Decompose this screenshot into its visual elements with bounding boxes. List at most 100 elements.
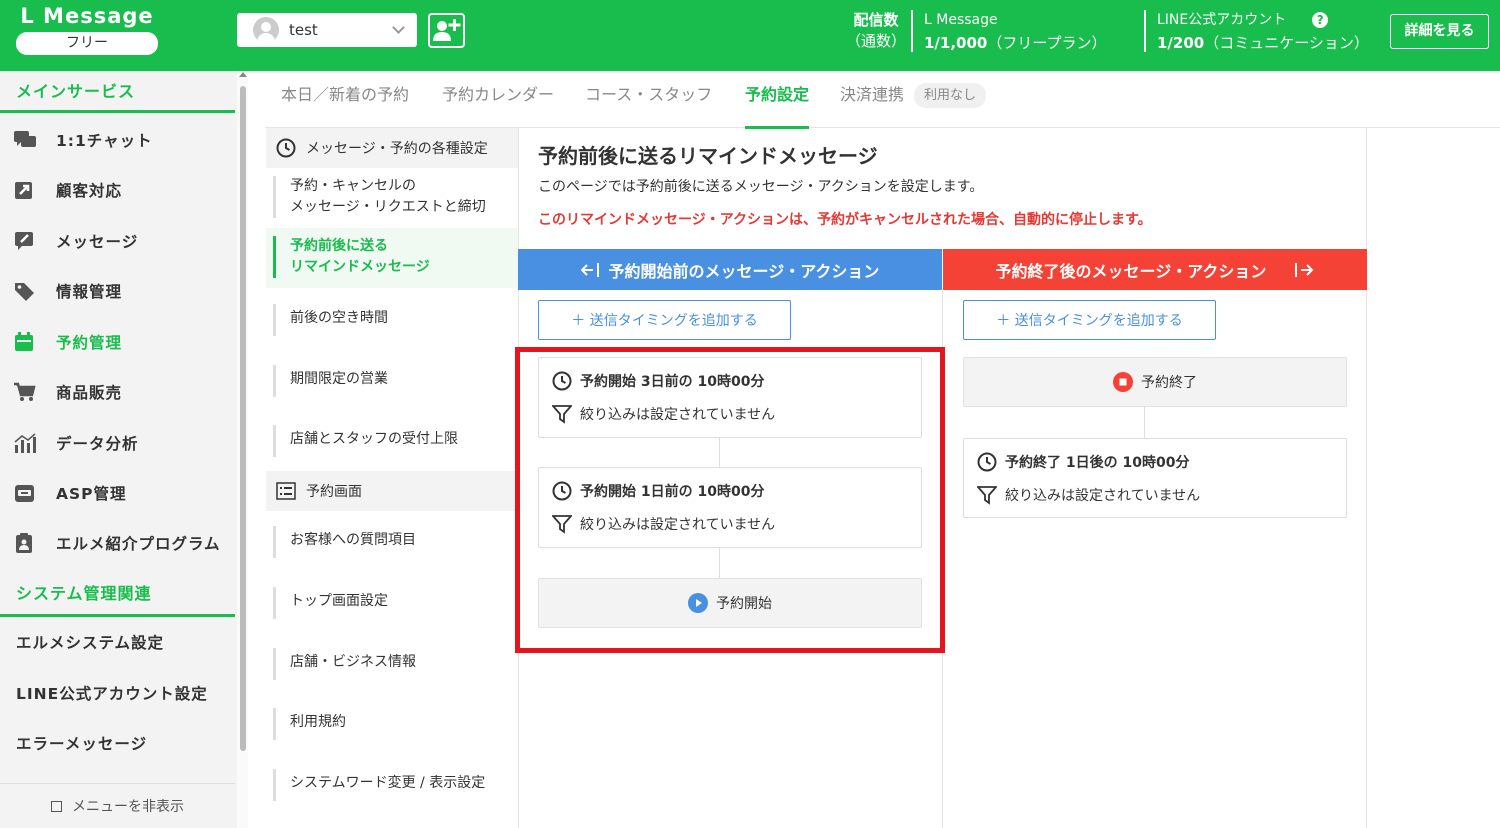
add-user-button[interactable] [428, 13, 465, 48]
sidebar-item-lme-system[interactable]: エルメシステム設定 [16, 631, 164, 653]
before-column-title: 予約開始前のメッセージ・アクション [608, 261, 880, 281]
account-selector[interactable]: test [237, 13, 417, 47]
account-name: test [289, 21, 318, 39]
sidebar-item-label: メッセージ [56, 233, 139, 251]
after-column-title: 予約終了後のメッセージ・アクション [995, 261, 1267, 281]
settings-subnav: メッセージ・予約の各種設定 予約・キャンセルの メッセージ・リクエストと締切 予… [266, 128, 518, 828]
reservation-end-node: 予約終了 [963, 357, 1347, 407]
page-description: このページでは予約前後に送るメッセージ・アクションを設定します。 [538, 179, 984, 195]
logo[interactable]: L Message フリー [16, 4, 158, 55]
tag-icon [14, 281, 36, 301]
filter-icon [977, 486, 997, 505]
subnav-header-settings: メッセージ・予約の各種設定 [266, 128, 518, 168]
calendar-icon [14, 332, 36, 352]
payment-status-badge: 利用なし [914, 83, 987, 108]
divider [1144, 10, 1146, 52]
arrow-right-bar-icon [1295, 262, 1314, 277]
sidebar-item-info[interactable]: 情報管理 [0, 271, 235, 311]
add-timing-before-button[interactable]: ＋ 送信タイミングを追加する [538, 300, 791, 340]
section-underline [0, 110, 235, 113]
stop-icon [1113, 372, 1133, 392]
sidebar-item-referral[interactable]: エルメ紹介プログラム [0, 523, 235, 563]
sidebar: メインサービス 1:1チャット 顧客対応 メッセージ 情報管理 予約管理 商品販… [0, 71, 237, 828]
subnav-item-business-info[interactable]: 店舗・ビジネス情報 [273, 648, 518, 680]
add-timing-after-button[interactable]: ＋ 送信タイミングを追加する [963, 300, 1216, 340]
sidebar-item-customer[interactable]: 顧客対応 [0, 170, 235, 210]
sidebar-item-chat[interactable]: 1:1チャット [0, 120, 235, 160]
subnav-item-capacity-limit[interactable]: 店舗とスタッフの受付上限 [273, 425, 518, 457]
sidebar-item-error-message[interactable]: エラーメッセージ [16, 732, 147, 754]
sidebar-item-label: 商品販売 [56, 384, 123, 402]
delivery-count-label: 配信数 （通数） [846, 10, 906, 52]
subnav-item-cancel-message[interactable]: 予約・キャンセルの メッセージ・リクエストと締切 [273, 176, 518, 218]
tab-payment[interactable]: 決済連携 [840, 71, 904, 128]
arrow-left-bar-icon [580, 262, 599, 277]
lmessage-label: L Message [924, 12, 998, 28]
add-user-icon [433, 19, 461, 41]
sidebar-scroll-thumb[interactable] [240, 86, 246, 751]
external-link-icon [14, 180, 36, 200]
sidebar-item-label: 予約管理 [56, 334, 123, 352]
tab-calendar[interactable]: 予約カレンダー [442, 71, 554, 128]
asp-icon [14, 483, 36, 503]
section-title: システム管理関連 [16, 584, 152, 603]
subnav-item-buffer-time[interactable]: 前後の空き時間 [273, 304, 518, 336]
divider [911, 10, 913, 52]
remind-filter: 絞り込みは設定されていません [1005, 488, 1201, 504]
sidebar-item-label: 顧客対応 [56, 182, 123, 200]
subnav-header-label: 予約画面 [306, 484, 362, 500]
message-edit-icon [14, 231, 36, 251]
tab-course-staff[interactable]: コース・スタッフ [585, 71, 712, 128]
subnav-item-remind-message[interactable]: 予約前後に送る リマインドメッセージ [273, 236, 518, 278]
clipboard-user-icon [14, 533, 36, 553]
subnav-item-terms[interactable]: 利用規約 [273, 708, 518, 740]
sidebar-item-sales[interactable]: 商品販売 [0, 372, 235, 412]
detail-button[interactable]: 詳細を見る [1390, 14, 1489, 49]
lmessage-plan: （フリープラン） [987, 34, 1107, 52]
top-header: L Message フリー test 配信数 （通数） L Message 1/… [0, 0, 1500, 71]
sidebar-item-line-settings[interactable]: LINE公式アカウント設定 [16, 682, 208, 704]
subnav-header-label: メッセージ・予約の各種設定 [306, 141, 488, 157]
tab-today[interactable]: 本日／新着の予約 [281, 71, 409, 128]
section-title: メインサービス [16, 82, 136, 101]
tab-reservation-settings[interactable]: 予約設定 [745, 71, 810, 129]
sidebar-item-label: 情報管理 [56, 283, 123, 301]
sidebar-item-asp[interactable]: ASP管理 [0, 473, 235, 513]
highlight-box [515, 347, 945, 653]
subnav-item-label: メッセージ・リクエストと締切 [290, 199, 486, 215]
subnav-item-top-screen[interactable]: トップ画面設定 [273, 587, 518, 619]
logo-title: L Message [20, 4, 154, 28]
reservation-end-label: 予約終了 [1141, 375, 1197, 391]
remind-timing: 予約終了 1日後の 10時00分 [1005, 455, 1190, 471]
avatar-icon [253, 17, 279, 43]
section-underline [0, 614, 235, 617]
right-blank-panel [1367, 128, 1500, 828]
sidebar-section-main: メインサービス [0, 78, 235, 113]
sidebar-section-system: システム管理関連 [0, 580, 235, 617]
cart-icon [14, 382, 36, 402]
sidebar-item-analytics[interactable]: データ分析 [0, 423, 235, 463]
bar-chart-icon [14, 433, 36, 453]
subnav-item-questions[interactable]: お客様への質問項目 [273, 526, 518, 558]
sidebar-item-reservation[interactable]: 予約管理 [0, 322, 235, 362]
help-icon[interactable]: ? [1312, 12, 1329, 28]
sidebar-item-message[interactable]: メッセージ [0, 221, 235, 261]
hide-menu-button[interactable]: メニューを非表示 [0, 783, 235, 828]
subnav-item-system-words[interactable]: システムワード変更 / 表示設定 [273, 769, 518, 801]
subnav-item-label: 予約前後に送る [290, 238, 388, 254]
line-account-stat: LINE公式アカウント? 1/200（コミュニケーション） [1157, 9, 1369, 55]
reservation-tabs: 本日／新着の予約 予約カレンダー コース・スタッフ 予約設定 決済連携 [265, 71, 1500, 129]
subnav-header-reservation-screen: 予約画面 [266, 471, 518, 511]
chevron-down-icon [392, 21, 405, 34]
subnav-item-label: 予約・キャンセルの [290, 178, 416, 194]
after-column-header: 予約終了後のメッセージ・アクション [943, 249, 1367, 290]
sidebar-item-label: データ分析 [56, 435, 139, 453]
scroll-up-arrow-icon[interactable] [239, 72, 247, 77]
connector-line [1144, 407, 1145, 438]
subnav-item-label: リマインドメッセージ [290, 259, 430, 275]
delivery-count-title: 配信数 [853, 11, 899, 29]
subnav-item-limited-business[interactable]: 期間限定の営業 [273, 365, 518, 397]
sidebar-item-label: ASP管理 [56, 485, 127, 503]
remind-card-after[interactable]: 予約終了 1日後の 10時00分 絞り込みは設定されていません [963, 438, 1347, 518]
clock-icon [276, 138, 296, 158]
